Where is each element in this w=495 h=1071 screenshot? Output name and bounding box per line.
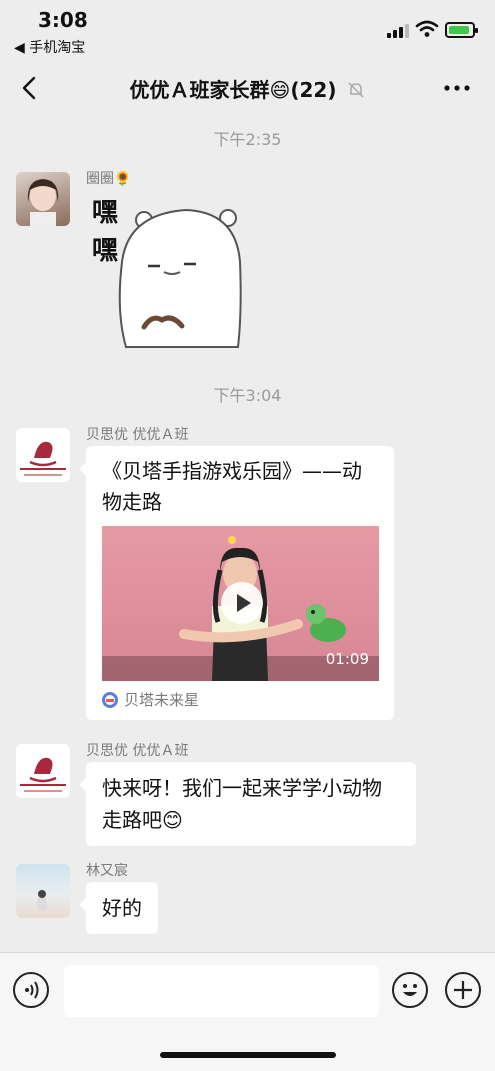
video-source[interactable]: 贝塔未来星 [102, 690, 199, 710]
sender-name: 贝思优 优优Ａ班 [86, 743, 189, 759]
video-thumbnail[interactable]: 01:09 [102, 526, 379, 681]
home-indicator[interactable] [160, 1052, 336, 1058]
wifi-icon [415, 20, 439, 37]
back-to-app-link[interactable]: ◀ 手机淘宝 [14, 37, 85, 57]
card-title: 《贝塔手指游戏乐园》——动物走路 [102, 459, 362, 514]
video-card-message[interactable]: 《贝塔手指游戏乐园》——动物走路 01:09 贝塔未来星 [79, 446, 394, 720]
channel-icon [102, 692, 118, 708]
chat-header: 优优Ａ班家长群😄(22) [0, 60, 495, 116]
message-text: 快来呀！我们一起来学学小动物走路吧😊 [102, 776, 382, 832]
battery-icon [445, 22, 478, 38]
message-input[interactable] [64, 965, 379, 1017]
sender-name: 贝思优 优优Ａ班 [86, 427, 189, 443]
text-message[interactable]: 快来呀！我们一起来学学小动物走路吧😊 [79, 762, 416, 846]
avatar-photo [27, 179, 59, 226]
clock: 3:08 [38, 8, 88, 32]
voice-icon[interactable] [13, 972, 49, 1008]
timestamp: 下午3:04 [213, 386, 282, 405]
sticker-caption: 嘿嘿 [92, 198, 119, 266]
message-text: 好的 [102, 896, 142, 920]
text-message[interactable]: 好的 [79, 882, 158, 934]
plus-icon[interactable] [445, 972, 481, 1008]
avatar[interactable] [16, 428, 70, 482]
avatar-photo [36, 890, 48, 910]
signal-icon [387, 24, 409, 38]
source-name: 贝塔未来星 [124, 691, 200, 709]
emoji-icon[interactable] [392, 972, 428, 1008]
bell-off-icon [348, 82, 364, 98]
rocking-horse-logo-icon [20, 757, 66, 792]
sticker-message[interactable]: 嘿嘿 [86, 192, 246, 350]
avatar[interactable] [16, 744, 70, 798]
chevron-left-icon[interactable] [16, 74, 44, 102]
rocking-horse-logo-icon [20, 441, 66, 476]
avatar[interactable] [16, 864, 70, 918]
sender-name: 圈圈🌻 [86, 171, 132, 187]
chat-title: 优优Ａ班家长群😄(22) [60, 74, 435, 103]
chat-title-text: 优优Ａ班家长群😄(22) [129, 78, 337, 102]
sender-name: 林又宸 [86, 863, 128, 879]
video-duration: 01:09 [325, 650, 369, 668]
avatar[interactable] [16, 172, 70, 226]
status-bar: 3:08 ◀ 手机淘宝 [0, 0, 495, 56]
ellipsis-icon[interactable] [442, 74, 472, 102]
play-icon[interactable] [221, 582, 263, 624]
timestamp: 下午2:35 [213, 130, 282, 149]
